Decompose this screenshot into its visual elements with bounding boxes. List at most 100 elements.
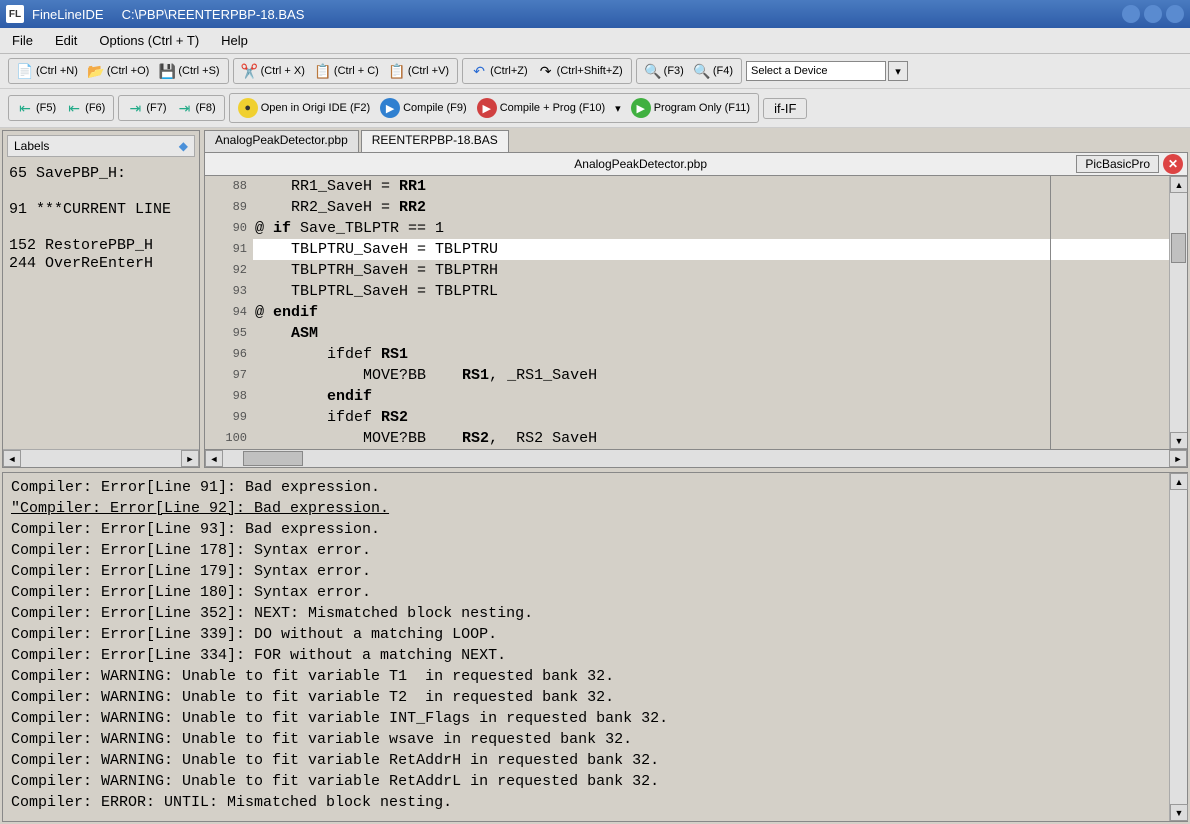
output-line[interactable]: Compiler: WARNING: Unable to fit variabl… <box>11 750 1161 771</box>
menu-options[interactable]: Options (Ctrl + T) <box>95 30 203 51</box>
code-line[interactable]: RR1_SaveH = RR1 <box>253 176 1169 197</box>
output-line[interactable]: Compiler: Error[Line 180]: Syntax error. <box>11 582 1161 603</box>
output-line[interactable]: Compiler: WARNING: Unable to fit variabl… <box>11 666 1161 687</box>
code-line[interactable]: MOVE?BB RS2, RS2 SaveH <box>253 428 1169 449</box>
compile-button[interactable]: ▶Compile (F9) <box>376 96 471 120</box>
device-dropdown-arrow[interactable]: ▾ <box>888 61 908 81</box>
search-next-icon: 🔍 <box>694 63 710 79</box>
labels-item[interactable]: 244 OverReEnterH <box>9 255 193 272</box>
close-tab-button[interactable]: ✕ <box>1163 154 1183 174</box>
find-button[interactable]: 🔍(F3) <box>641 61 688 81</box>
output-body[interactable]: Compiler: Error[Line 91]: Bad expression… <box>3 473 1169 821</box>
save-icon: 💾 <box>159 63 175 79</box>
menu-edit[interactable]: Edit <box>51 30 81 51</box>
labels-header[interactable]: Labels ◆ <box>7 135 195 157</box>
output-line[interactable]: Compiler: WARNING: Unable to fit variabl… <box>11 687 1161 708</box>
scroll-down-icon[interactable]: ▼ <box>1170 804 1188 821</box>
file-group: 📄(Ctrl +N) 📂(Ctrl +O) 💾(Ctrl +S) <box>8 58 229 84</box>
labels-item[interactable]: 65 SavePBP_H: <box>9 165 193 182</box>
labels-item[interactable] <box>9 183 193 200</box>
scroll-down-icon[interactable]: ▼ <box>1170 432 1188 449</box>
labels-item[interactable]: 152 RestorePBP_H <box>9 237 193 254</box>
close-button[interactable] <box>1166 5 1184 23</box>
output-line[interactable]: Compiler: Error[Line 93]: Bad expression… <box>11 519 1161 540</box>
editor-hscroll[interactable]: ◄ ► <box>204 450 1188 468</box>
code-line[interactable]: TBLPTRU_SaveH = TBLPTRU <box>253 239 1169 260</box>
menu-file[interactable]: File <box>8 30 37 51</box>
cut-button[interactable]: ✂️(Ctrl + X) <box>238 61 309 81</box>
scroll-up-icon[interactable]: ▲ <box>1170 473 1188 490</box>
output-line[interactable]: Compiler: Error[Line 179]: Syntax error. <box>11 561 1161 582</box>
open-ide-button[interactable]: ●Open in Origi IDE (F2) <box>234 96 374 120</box>
labels-item[interactable]: 91 ***CURRENT LINE <box>9 201 193 218</box>
window-controls <box>1122 5 1184 23</box>
scroll-left-icon[interactable]: ◄ <box>3 450 21 467</box>
f6-button[interactable]: ⇤(F6) <box>62 98 109 118</box>
code-line[interactable]: RR2_SaveH = RR2 <box>253 197 1169 218</box>
code-line[interactable]: ASM <box>253 323 1169 344</box>
code-line[interactable]: ifdef RS1 <box>253 344 1169 365</box>
output-line[interactable]: Compiler: Error[Line 178]: Syntax error. <box>11 540 1161 561</box>
code-line[interactable]: @ if Save_TBLPTR == 1 <box>253 218 1169 239</box>
new-button[interactable]: 📄(Ctrl +N) <box>13 61 82 81</box>
paste-button[interactable]: 📋(Ctrl +V) <box>385 61 453 81</box>
code-line[interactable]: MOVE?BB RS1, _RS1_SaveH <box>253 365 1169 386</box>
code-line[interactable]: ifdef RS2 <box>253 407 1169 428</box>
copy-icon: 📋 <box>315 63 331 79</box>
code-line[interactable]: TBLPTRH_SaveH = TBLPTRH <box>253 260 1169 281</box>
copy-button[interactable]: 📋(Ctrl + C) <box>311 61 383 81</box>
code-line[interactable]: TBLPTRL_SaveH = TBLPTRL <box>253 281 1169 302</box>
output-line[interactable]: Compiler: Error[Line 339]: DO without a … <box>11 624 1161 645</box>
editor-title: AnalogPeakDetector.pbp <box>205 157 1076 171</box>
editor-vscroll[interactable]: ▲ ▼ <box>1169 176 1187 449</box>
scroll-right-icon[interactable]: ► <box>1169 450 1187 467</box>
output-line[interactable]: Compiler: Error[Line 334]: FOR without a… <box>11 645 1161 666</box>
output-line[interactable]: Compiler: WARNING: Unable to fit variabl… <box>11 729 1161 750</box>
tab-reenter[interactable]: REENTERPBP-18.BAS <box>361 130 509 152</box>
chevron-down-icon: ▾ <box>895 65 901 78</box>
output-line[interactable]: Compiler: WARNING: Unable to fit variabl… <box>11 771 1161 792</box>
vscroll-thumb[interactable] <box>1171 233 1186 263</box>
minimize-button[interactable] <box>1122 5 1140 23</box>
program-only-button[interactable]: ▶Program Only (F11) <box>627 96 754 120</box>
search-icon: 🔍 <box>645 63 661 79</box>
scroll-right-icon[interactable]: ► <box>181 450 199 467</box>
tab-analog[interactable]: AnalogPeakDetector.pbp <box>204 130 359 152</box>
build-group: ●Open in Origi IDE (F2) ▶Compile (F9) ▶C… <box>229 93 759 123</box>
step-group-1: ⇤(F5) ⇤(F6) <box>8 95 114 121</box>
code-line[interactable]: endif <box>253 386 1169 407</box>
labels-title: Labels <box>14 139 49 153</box>
f7-button[interactable]: ⇥(F7) <box>123 98 170 118</box>
output-line[interactable]: "Compiler: Error[Line 92]: Bad expressio… <box>11 498 1161 519</box>
output-line[interactable]: Compiler: WARNING: Unable to fit variabl… <box>11 708 1161 729</box>
f8-button[interactable]: ⇥(F8) <box>173 98 220 118</box>
app-icon: FL <box>6 5 24 23</box>
save-button[interactable]: 💾(Ctrl +S) <box>155 61 223 81</box>
output-line[interactable]: Compiler: ERROR: UNTIL: Mismatched block… <box>11 792 1161 813</box>
compile-prog-dropdown[interactable]: ▾ <box>611 100 625 117</box>
hscroll-track[interactable] <box>223 450 1169 467</box>
find-next-button[interactable]: 🔍(F4) <box>690 61 737 81</box>
code-line[interactable]: @ endif <box>253 302 1169 323</box>
hscroll-thumb[interactable] <box>243 451 303 466</box>
menu-help[interactable]: Help <box>217 30 252 51</box>
f5-button[interactable]: ⇤(F5) <box>13 98 60 118</box>
redo-button[interactable]: ↷(Ctrl+Shift+Z) <box>534 61 627 81</box>
cut-icon: ✂️ <box>242 63 258 79</box>
scroll-left-icon[interactable]: ◄ <box>205 450 223 467</box>
open-button[interactable]: 📂(Ctrl +O) <box>84 61 153 81</box>
output-line[interactable]: Compiler: Error[Line 91]: Bad expression… <box>11 477 1161 498</box>
compile-prog-button[interactable]: ▶Compile + Prog (F10) <box>473 96 609 120</box>
labels-item[interactable] <box>9 219 193 236</box>
code-area[interactable]: RR1_SaveH = RR1 RR2_SaveH = RR2@ if Save… <box>253 176 1169 449</box>
maximize-button[interactable] <box>1144 5 1162 23</box>
titlebar-text: FineLineIDE C:\PBP\REENTERPBP-18.BAS <box>32 7 1122 22</box>
scroll-up-icon[interactable]: ▲ <box>1170 176 1188 193</box>
labels-list[interactable]: 65 SavePBP_H: 91 ***CURRENT LINE 152 Res… <box>3 161 199 449</box>
editor-body[interactable]: 888990919293949596979899100 RR1_SaveH = … <box>204 176 1188 450</box>
output-line[interactable]: Compiler: Error[Line 352]: NEXT: Mismatc… <box>11 603 1161 624</box>
device-select[interactable]: Select a Device <box>746 61 886 81</box>
labels-hscroll[interactable]: ◄ ► <box>3 449 199 467</box>
undo-button[interactable]: ↶(Ctrl+Z) <box>467 61 532 81</box>
output-vscroll[interactable]: ▲ ▼ <box>1169 473 1187 821</box>
